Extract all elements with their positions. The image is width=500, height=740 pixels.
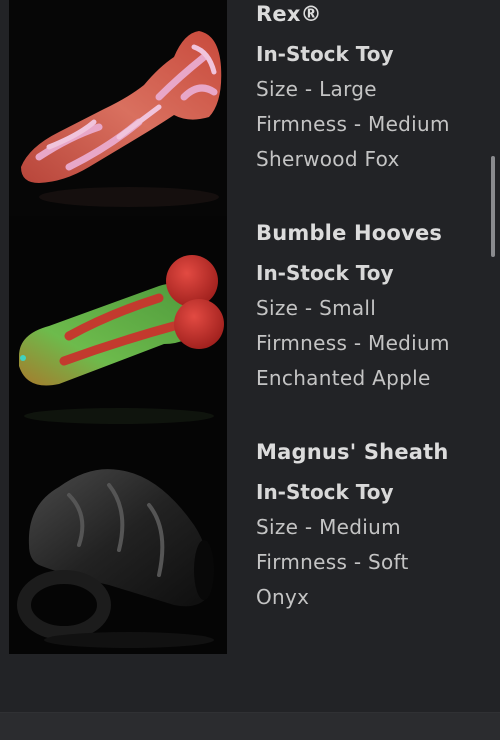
product-image[interactable]: [9, 0, 227, 216]
product-size: Size - Medium: [256, 515, 401, 539]
product-name[interactable]: Magnus' Sheath: [256, 435, 492, 470]
scrollbar-thumb[interactable]: [491, 156, 495, 257]
product-info: Bumble Hooves In-Stock Toy Size - Small …: [256, 216, 492, 396]
bottom-bar: [0, 712, 500, 740]
product-image[interactable]: [9, 216, 227, 435]
product-card[interactable]: Magnus' Sheath In-Stock Toy Size - Mediu…: [0, 435, 500, 654]
product-photo-rex: [9, 0, 227, 216]
product-firmness: Firmness - Medium: [256, 331, 450, 355]
product-info: Rex® In-Stock Toy Size - Large Firmness …: [256, 0, 492, 177]
product-photo-bumble-hooves: [9, 216, 227, 435]
product-name[interactable]: Bumble Hooves: [256, 216, 492, 251]
product-size: Size - Large: [256, 77, 377, 101]
product-info: Magnus' Sheath In-Stock Toy Size - Mediu…: [256, 435, 492, 615]
product-size: Size - Small: [256, 296, 377, 320]
product-card[interactable]: Bumble Hooves In-Stock Toy Size - Small …: [0, 216, 500, 435]
product-firmness: Firmness - Medium: [256, 112, 450, 136]
product-name[interactable]: Rex®: [256, 0, 492, 32]
product-image[interactable]: [9, 435, 227, 654]
product-firmness: Firmness - Soft: [256, 550, 409, 574]
product-color: Enchanted Apple: [256, 366, 431, 390]
stock-status: In-Stock Toy: [256, 480, 394, 504]
product-card[interactable]: Rex® In-Stock Toy Size - Large Firmness …: [0, 0, 500, 216]
product-photo-magnus-sheath: [9, 435, 227, 654]
product-color: Onyx: [256, 585, 310, 609]
stock-status: In-Stock Toy: [256, 261, 394, 285]
product-color: Sherwood Fox: [256, 147, 400, 171]
stock-status: In-Stock Toy: [256, 42, 394, 66]
